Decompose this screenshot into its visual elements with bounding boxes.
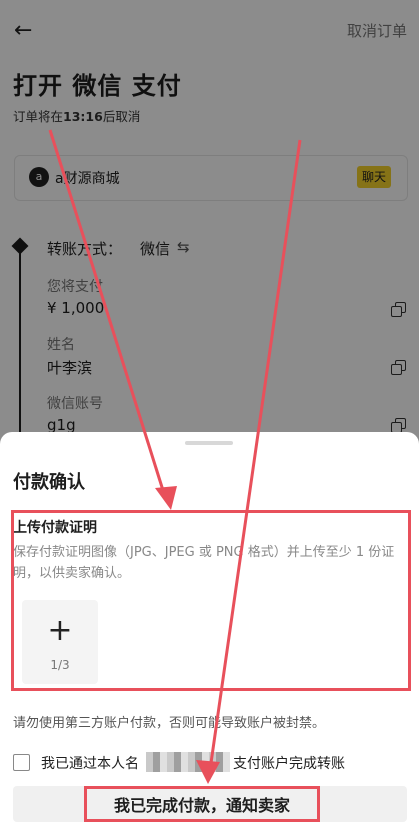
third-party-warning: 请勿使用第三方账户付款，否则可能导致账户被封禁。 bbox=[13, 716, 326, 731]
payment-page: ← 取消订单 打开 微信 支付 订单将在13:16后取消 a a财源商城 聊天 … bbox=[0, 0, 419, 822]
confirm-transfer-label-suffix[interactable]: 支付账户完成转账 bbox=[233, 753, 345, 773]
redacted-name bbox=[146, 752, 230, 772]
annotation-highlight-box bbox=[11, 510, 411, 691]
submit-payment-label[interactable]: 我已完成付款，通知卖家 bbox=[84, 792, 320, 816]
payment-confirm-sheet: 付款确认 上传付款证明 保存付款证明图像（JPG、JPEG 或 PNG 格式）并… bbox=[0, 432, 419, 822]
confirm-transfer-label[interactable]: 我已通过本人名 bbox=[41, 753, 139, 773]
sheet-title: 付款确认 bbox=[13, 472, 85, 493]
confirm-transfer-checkbox[interactable] bbox=[13, 754, 30, 771]
sheet-drag-handle[interactable] bbox=[185, 441, 233, 445]
